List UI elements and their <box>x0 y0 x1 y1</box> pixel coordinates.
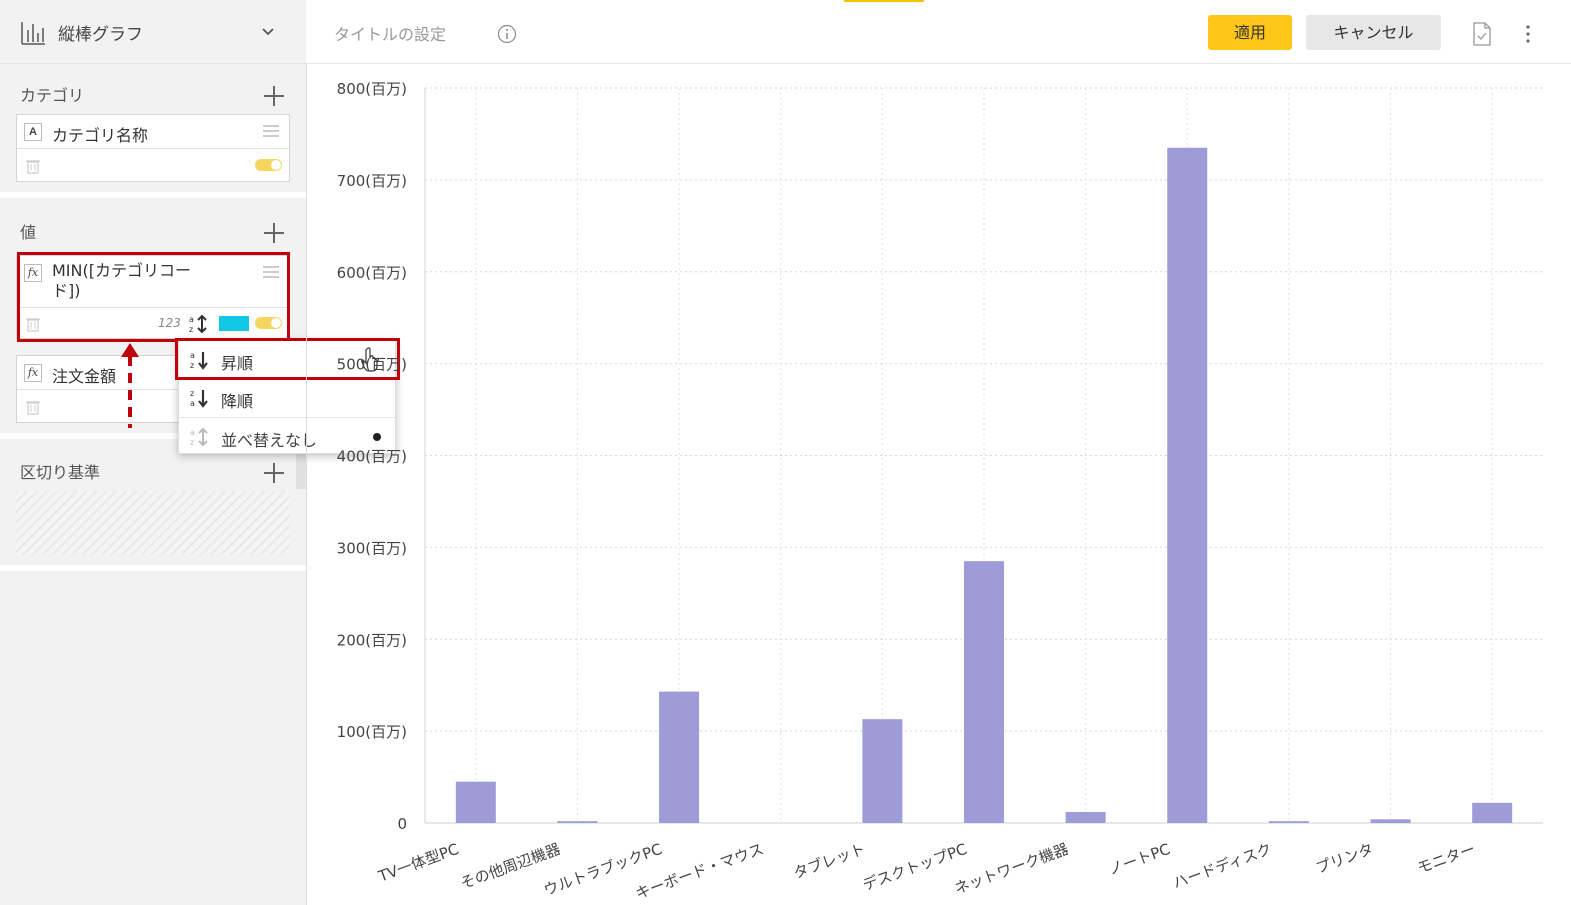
bar <box>1370 819 1411 823</box>
x-tick-label: モニター <box>1415 840 1478 877</box>
apply-button[interactable]: 適用 <box>1208 15 1292 50</box>
y-tick-label: 300(百万) <box>337 539 407 557</box>
trash-icon[interactable] <box>25 316 41 332</box>
bar <box>1268 821 1309 823</box>
category-field-label: カテゴリ名称 <box>52 126 149 145</box>
value-field-label: MIN([カテゴリコー ド]) <box>52 261 191 301</box>
add-value-icon[interactable] <box>264 223 284 243</box>
y-tick-label: 600(百万) <box>337 264 407 282</box>
y-tick-label: 400(百万) <box>337 448 407 466</box>
no-sort-label: 並べ替えなし <box>221 431 318 450</box>
svg-text:a: a <box>190 399 195 408</box>
split-drop-zone[interactable] <box>16 491 290 555</box>
bar-chart-icon <box>21 22 45 45</box>
x-tick-label: ハードディスク <box>1170 840 1274 892</box>
cancel-button[interactable]: キャンセル <box>1306 15 1441 50</box>
x-tick-label: TV一体型PC <box>375 840 461 886</box>
bar <box>1065 811 1106 823</box>
y-tick-label: 100(百万) <box>337 723 407 741</box>
bar <box>862 719 903 823</box>
color-swatch[interactable] <box>219 316 249 331</box>
y-tick-label: 800(百万) <box>337 80 407 98</box>
bar <box>964 561 1004 823</box>
x-tick-label: プリンタ <box>1313 840 1376 877</box>
trash-icon[interactable] <box>25 399 41 415</box>
value-field-card-min[interactable]: fx MIN([カテゴリコー ド]) 123 a z <box>16 255 290 339</box>
add-split-icon[interactable] <box>264 463 284 483</box>
bar <box>659 691 700 823</box>
svg-text:a: a <box>190 428 195 437</box>
save-file-icon[interactable] <box>1472 22 1492 46</box>
chart-type-selector[interactable]: 縦棒グラフ <box>0 0 306 64</box>
y-tick-label: 0 <box>397 815 407 833</box>
svg-text:a: a <box>190 351 195 360</box>
bar <box>1167 147 1208 823</box>
svg-text:z: z <box>190 389 194 398</box>
section-divider <box>0 192 306 198</box>
formula-icon: fx <box>24 264 42 282</box>
no-sort-icon: a z <box>190 427 208 447</box>
value-field-label: 注文金額 <box>52 367 117 386</box>
bar-chart: 0 100(百万) 200(百万) 300(百万) 400(百万) 500(百万) 600(… <box>337 80 1543 903</box>
info-icon[interactable] <box>497 24 517 44</box>
y-tick-label: 500(百万) <box>337 356 407 374</box>
visibility-toggle[interactable] <box>255 159 282 171</box>
number-format-icon[interactable]: 123 <box>158 316 181 330</box>
more-vertical-icon[interactable] <box>1524 24 1532 44</box>
svg-text:a: a <box>189 315 194 324</box>
svg-text:z: z <box>190 438 194 447</box>
category-field-card[interactable]: A カテゴリ名称 <box>16 114 290 182</box>
bar <box>557 821 598 823</box>
dashed-arrow <box>128 356 132 428</box>
values-section-title: 値 <box>20 223 37 242</box>
chart-title-input[interactable]: タイトルの設定 <box>334 21 446 45</box>
drag-handle-icon[interactable] <box>263 125 279 137</box>
chart-type-label: 縦棒グラフ <box>58 25 143 45</box>
svg-text:z: z <box>189 325 193 334</box>
text-type-icon: A <box>24 123 42 141</box>
category-section-title: カテゴリ <box>20 86 85 105</box>
value-field-label-line2: ド]) <box>52 281 81 300</box>
svg-text:z: z <box>190 361 194 370</box>
active-indicator <box>844 0 924 2</box>
value-field-row: fx MIN([カテゴリコー ド]) <box>17 256 289 308</box>
section-divider <box>0 565 306 571</box>
arrow-up-icon <box>121 343 139 357</box>
bar <box>1472 802 1513 823</box>
x-tick-label: ノートPC <box>1106 840 1173 879</box>
sort-descending-icon: z a <box>190 389 208 408</box>
sort-descending-label: 降順 <box>221 392 254 411</box>
category-field-row: A カテゴリ名称 <box>17 115 289 149</box>
drag-handle-icon[interactable] <box>263 266 279 278</box>
x-tick-label: タブレット <box>791 840 868 883</box>
bar <box>455 781 496 823</box>
y-tick-label: 200(百万) <box>337 631 407 649</box>
split-section-title: 区切り基準 <box>20 463 101 482</box>
sort-ascending-icon: a z <box>190 351 208 370</box>
visibility-toggle[interactable] <box>255 317 282 329</box>
chart-header: タイトルの設定 適用 キャンセル <box>306 0 1571 64</box>
sort-icon[interactable]: a z <box>188 314 208 334</box>
sort-ascending-label: 昇順 <box>221 354 254 373</box>
value-field-label-line1: MIN([カテゴリコー <box>52 261 191 280</box>
trash-icon[interactable] <box>25 158 41 174</box>
y-tick-label: 700(百万) <box>337 172 407 190</box>
chevron-down-icon[interactable] <box>260 24 276 40</box>
formula-icon: fx <box>24 364 42 382</box>
x-tick-label: ネットワーク機器 <box>952 840 1071 898</box>
add-category-icon[interactable] <box>264 86 284 106</box>
